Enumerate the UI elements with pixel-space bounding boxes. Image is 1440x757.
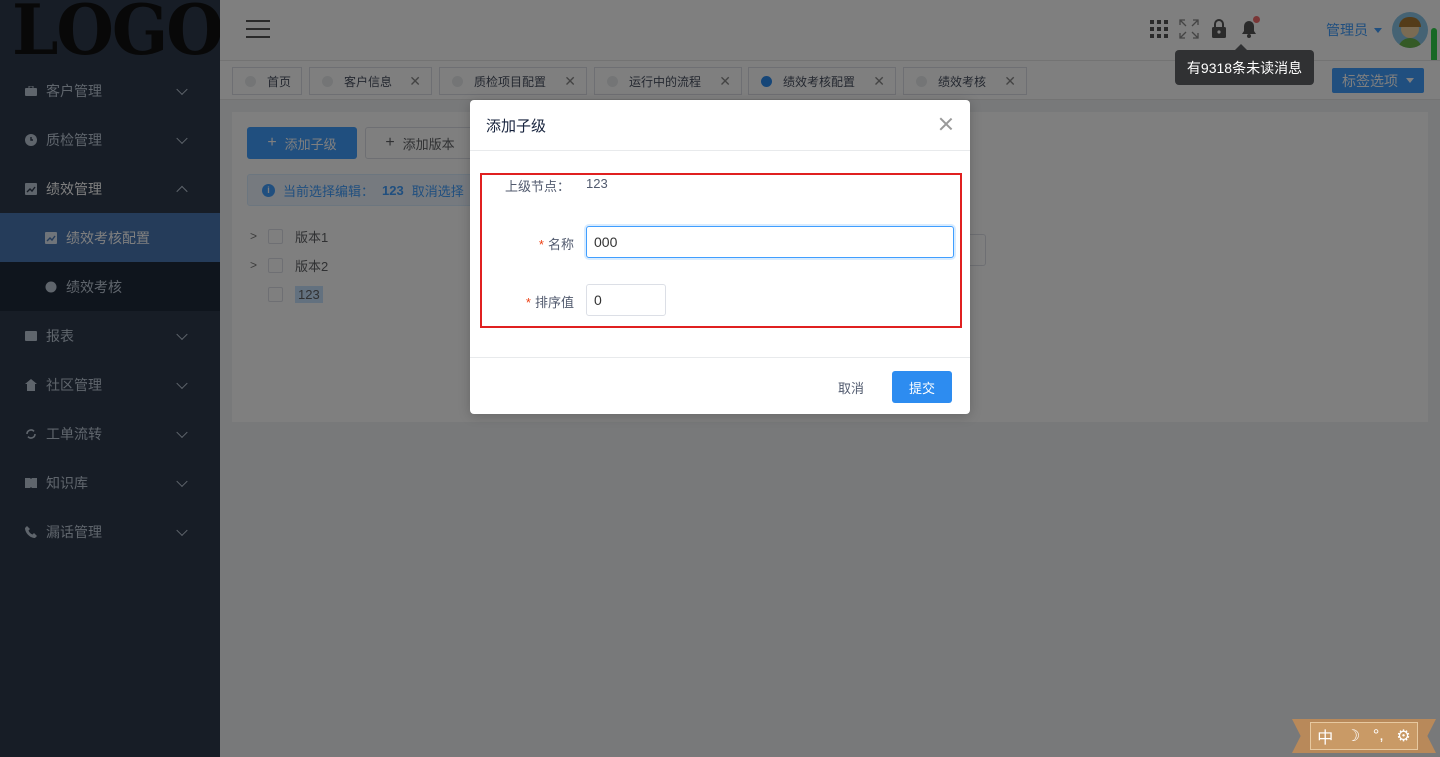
dialog-footer: 取消 提交 <box>470 357 970 414</box>
moon-icon[interactable]: ☽ <box>1346 726 1360 746</box>
notification-tooltip: 有9318条未读消息 <box>1175 44 1314 85</box>
gear-icon[interactable]: ⚙ <box>1396 726 1410 746</box>
parent-node-label: 上级节点： <box>504 179 570 194</box>
parent-node-value: 123 <box>586 176 608 191</box>
sort-input[interactable] <box>586 284 666 316</box>
language-toggle[interactable]: 中 <box>1317 724 1333 748</box>
submit-button[interactable]: 提交 <box>892 371 952 403</box>
name-label: * 名称 <box>538 237 574 252</box>
sort-label: * 排序值 <box>525 295 574 310</box>
close-icon[interactable] <box>938 116 954 132</box>
dialog-title: 添加子级 <box>486 117 547 135</box>
punctuation-toggle[interactable]: °, <box>1373 727 1384 745</box>
dialog-header: 添加子级 <box>470 100 970 151</box>
add-child-dialog: 添加子级 上级节点： 123 *名称 *排序值 取消 提交 <box>470 100 970 414</box>
name-input[interactable] <box>586 226 954 258</box>
ime-toolbar: 中 ☽ °, ⚙ <box>1292 719 1436 753</box>
cancel-button[interactable]: 取消 <box>826 371 876 403</box>
